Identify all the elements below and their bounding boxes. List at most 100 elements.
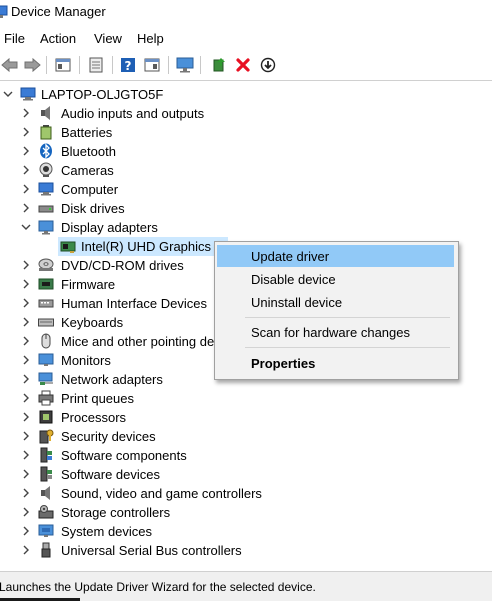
- scan-hardware-button[interactable]: [175, 55, 195, 75]
- tree-item-label: Software devices: [61, 467, 160, 482]
- forward-arrow-icon: [24, 57, 41, 73]
- delete-x-icon: [236, 58, 250, 72]
- tree-item-batteries[interactable]: Batteries: [0, 123, 300, 142]
- tree-item-label: Intel(R) UHD Graphics 6: [81, 239, 222, 254]
- bluetooth-icon: [40, 143, 52, 159]
- expand-chevron-icon[interactable]: [20, 182, 32, 196]
- expand-chevron-icon[interactable]: [20, 163, 32, 177]
- collapse-chevron-icon[interactable]: [20, 220, 32, 234]
- show-hide-console-tree-button[interactable]: [53, 55, 73, 75]
- expand-chevron-icon[interactable]: [20, 296, 32, 310]
- tree-item-intel-uhd-graphics[interactable]: Intel(R) UHD Graphics 6: [0, 237, 230, 256]
- expand-chevron-icon[interactable]: [20, 334, 32, 348]
- expand-chevron-icon[interactable]: [20, 106, 32, 120]
- menu-file[interactable]: File: [4, 31, 25, 46]
- tree-item-bluetooth[interactable]: Bluetooth: [0, 142, 300, 161]
- expand-chevron-icon[interactable]: [20, 372, 32, 386]
- menu-action[interactable]: Action: [40, 31, 76, 46]
- expand-chevron-icon[interactable]: [20, 391, 32, 405]
- context-menu: Update driver Disable device Uninstall d…: [214, 241, 459, 380]
- expand-chevron-icon[interactable]: [20, 144, 32, 158]
- expand-chevron-icon[interactable]: [20, 277, 32, 291]
- expand-chevron-icon[interactable]: [20, 201, 32, 215]
- menu-item-update-driver[interactable]: Update driver: [217, 245, 454, 267]
- menu-view[interactable]: View: [94, 31, 122, 46]
- properties-toolbar-button[interactable]: [86, 55, 106, 75]
- tree-item-label: Disk drives: [61, 201, 125, 216]
- help-toolbar-button[interactable]: ?: [118, 55, 138, 75]
- system-device-icon: [38, 524, 54, 537]
- software-device-icon: [40, 466, 52, 482]
- tree-item-print-queues[interactable]: Print queues: [0, 389, 300, 408]
- action-pane-button[interactable]: [142, 55, 162, 75]
- expand-chevron-icon[interactable]: [20, 410, 32, 424]
- tree-item-storage-controllers[interactable]: Storage controllers: [0, 503, 300, 522]
- tree-item-security-devices[interactable]: Security devices: [0, 427, 300, 446]
- window-title: Device Manager: [11, 4, 106, 19]
- tree-item-audio[interactable]: Audio inputs and outputs: [0, 104, 300, 123]
- tree-item-label: Universal Serial Bus controllers: [61, 543, 242, 558]
- back-button[interactable]: [0, 55, 20, 75]
- tree-item-software-components[interactable]: Software components: [0, 446, 300, 465]
- tree-root-label: LAPTOP-OLJGTO5F: [41, 87, 164, 102]
- firmware-icon: [38, 278, 54, 290]
- mouse-icon: [41, 333, 51, 349]
- expand-chevron-icon[interactable]: [20, 353, 32, 367]
- collapse-chevron-icon[interactable]: [2, 87, 14, 101]
- toolbar-separator: [46, 56, 47, 74]
- menu-item-disable-device[interactable]: Disable device: [217, 268, 454, 290]
- tree-item-label: Firmware: [61, 277, 116, 292]
- software-component-icon: [40, 447, 52, 463]
- tree-item-disk-drives[interactable]: Disk drives: [0, 199, 300, 218]
- menu-bar: File Action View Help: [0, 29, 492, 49]
- update-driver-toolbar-button[interactable]: [209, 55, 229, 75]
- dvd-drive-icon: [38, 258, 54, 271]
- expand-chevron-icon[interactable]: [20, 524, 32, 538]
- menu-help[interactable]: Help: [137, 31, 164, 46]
- tree-item-label: Security devices: [61, 429, 156, 444]
- battery-icon: [40, 125, 52, 140]
- expand-chevron-icon[interactable]: [20, 467, 32, 481]
- toolbar-divider: [0, 80, 492, 81]
- tree-item-processors[interactable]: Processors: [0, 408, 300, 427]
- expand-chevron-icon[interactable]: [20, 125, 32, 139]
- download-arrow-circle-icon: [260, 57, 276, 73]
- tree-item-software-devices[interactable]: Software devices: [0, 465, 300, 484]
- uninstall-device-toolbar-button[interactable]: [233, 55, 253, 75]
- tree-item-label: Display adapters: [61, 220, 158, 235]
- status-text: Launches the Update Driver Wizard for th…: [0, 580, 316, 594]
- printer-icon: [38, 390, 54, 406]
- menu-item-uninstall-device[interactable]: Uninstall device: [217, 291, 454, 313]
- speaker-icon: [41, 106, 50, 120]
- menu-item-scan-hardware[interactable]: Scan for hardware changes: [217, 321, 454, 343]
- tree-root-computer[interactable]: LAPTOP-OLJGTO5F: [0, 85, 300, 104]
- tree-item-system-devices[interactable]: System devices: [0, 522, 300, 541]
- forward-button[interactable]: [22, 55, 42, 75]
- tree-item-label: Batteries: [61, 125, 113, 140]
- expand-chevron-icon[interactable]: [20, 429, 32, 443]
- tree-item-label: Bluetooth: [61, 144, 116, 159]
- menu-item-properties[interactable]: Properties: [217, 352, 454, 374]
- tree-item-cameras[interactable]: Cameras: [0, 161, 300, 180]
- expand-chevron-icon[interactable]: [20, 448, 32, 462]
- enable-device-toolbar-button[interactable]: [258, 55, 278, 75]
- expand-chevron-icon[interactable]: [20, 315, 32, 329]
- tree-item-label: Cameras: [61, 163, 114, 178]
- toolbar-separator: [200, 56, 201, 74]
- storage-controller-icon: [38, 505, 54, 519]
- security-device-icon: [39, 429, 54, 444]
- computer-icon: [20, 87, 36, 101]
- expand-chevron-icon[interactable]: [20, 505, 32, 519]
- tree-item-sound-controllers[interactable]: Sound, video and game controllers: [0, 484, 300, 503]
- expand-chevron-icon[interactable]: [20, 543, 32, 557]
- tree-item-usb-controllers[interactable]: Universal Serial Bus controllers: [0, 541, 300, 560]
- tree-item-computer[interactable]: Computer: [0, 180, 300, 199]
- monitor-scan-icon: [176, 57, 194, 73]
- tree-item-label: Sound, video and game controllers: [61, 486, 262, 501]
- expand-chevron-icon[interactable]: [20, 486, 32, 500]
- display-adapter-icon: [38, 220, 54, 235]
- tree-item-label: Audio inputs and outputs: [61, 106, 205, 121]
- tree-item-display-adapters[interactable]: Display adapters: [0, 218, 300, 237]
- tree-item-mice[interactable]: Mice and other pointing de: [0, 332, 214, 351]
- expand-chevron-icon[interactable]: [20, 258, 32, 272]
